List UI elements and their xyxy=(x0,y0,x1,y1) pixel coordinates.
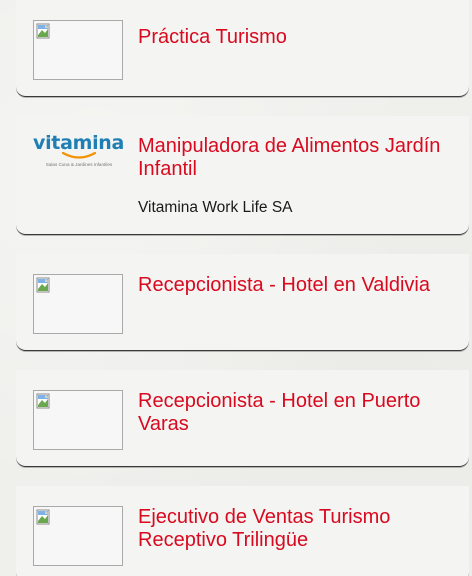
broken-image-placeholder xyxy=(33,506,123,566)
job-card[interactable]: Ejecutivo de Ventas Turismo Receptivo Tr… xyxy=(16,486,469,576)
job-card[interactable]: Práctica Turismo xyxy=(16,0,469,97)
job-title-link[interactable]: Recepcionista - Hotel en Puerto Varas xyxy=(138,390,456,436)
company-logo-text: vitamina xyxy=(33,132,125,154)
broken-image-placeholder xyxy=(33,274,123,334)
broken-image-icon xyxy=(36,393,50,409)
logo-swoosh-icon xyxy=(61,152,97,159)
company-logo-tagline: Salas Cuna & Jardines Infantiles xyxy=(45,162,113,167)
job-title-link[interactable]: Práctica Turismo xyxy=(138,26,456,49)
broken-image-icon xyxy=(36,509,50,525)
job-listing-page: Práctica Turismo vitamina Salas Cuna & J… xyxy=(0,0,472,576)
job-title-link[interactable]: Ejecutivo de Ventas Turismo Receptivo Tr… xyxy=(138,506,456,552)
job-card[interactable]: vitamina Salas Cuna & Jardines Infantile… xyxy=(16,116,469,235)
job-card[interactable]: Recepcionista - Hotel en Puerto Varas xyxy=(16,370,469,467)
job-card[interactable]: Recepcionista - Hotel en Valdivia xyxy=(16,254,469,351)
company-name: Vitamina Work Life SA xyxy=(138,199,293,216)
company-logo: vitamina Salas Cuna & Jardines Infantile… xyxy=(33,130,125,182)
broken-image-icon xyxy=(36,23,50,39)
job-title-link[interactable]: Recepcionista - Hotel en Valdivia xyxy=(138,274,456,297)
broken-image-placeholder xyxy=(33,20,123,80)
job-title-link[interactable]: Manipuladora de Alimentos Jardín Infanti… xyxy=(138,135,456,181)
broken-image-placeholder xyxy=(33,390,123,450)
broken-image-icon xyxy=(36,277,50,293)
